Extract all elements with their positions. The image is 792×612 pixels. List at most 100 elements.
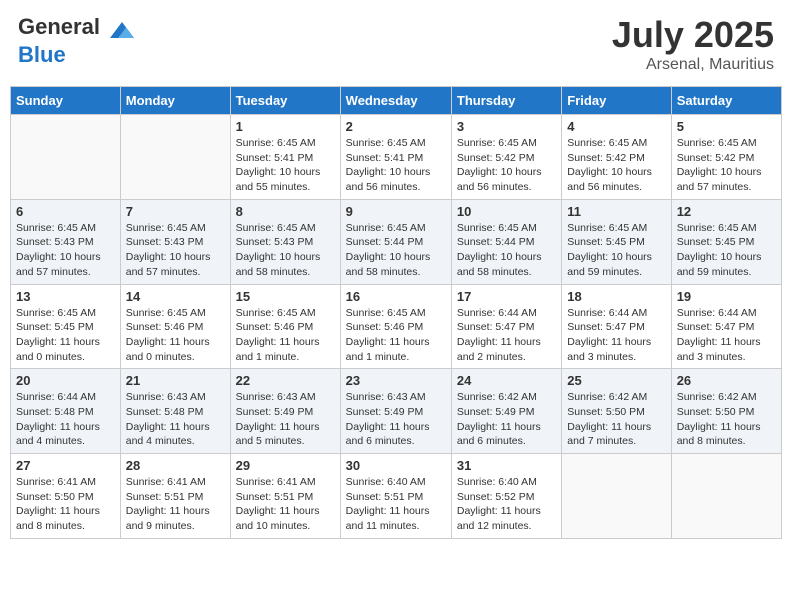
day-info: Sunrise: 6:45 AM Sunset: 5:45 PM Dayligh…: [567, 221, 665, 280]
table-row: 5 Sunrise: 6:45 AM Sunset: 5:42 PM Daylig…: [671, 115, 781, 200]
day-number: 8: [236, 204, 335, 219]
table-row: 2 Sunrise: 6:45 AM Sunset: 5:41 PM Daylig…: [340, 115, 451, 200]
table-row: 26 Sunrise: 6:42 AM Sunset: 5:50 PM Dayli…: [671, 369, 781, 454]
day-number: 31: [457, 458, 556, 473]
table-row: 30 Sunrise: 6:40 AM Sunset: 5:51 PM Dayli…: [340, 454, 451, 539]
day-number: 26: [677, 373, 776, 388]
day-info: Sunrise: 6:40 AM Sunset: 5:52 PM Dayligh…: [457, 475, 556, 534]
calendar-week-row: 27Sunrise: 6:41 AM Sunset: 5:50 PM Dayli…: [11, 454, 782, 539]
table-row: 3Sunrise: 6:45 AM Sunset: 5:42 PM Daylig…: [451, 115, 561, 200]
day-number: 29: [236, 458, 335, 473]
calendar-week-row: 1 Sunrise: 6:45 AM Sunset: 5:41 PM Daylig…: [11, 115, 782, 200]
day-number: 17: [457, 289, 556, 304]
table-row: 24 Sunrise: 6:42 AM Sunset: 5:49 PM Dayli…: [451, 369, 561, 454]
day-info: Sunrise: 6:45 AM Sunset: 5:41 PM Dayligh…: [346, 136, 446, 195]
day-number: 30: [346, 458, 446, 473]
day-number: 18: [567, 289, 665, 304]
day-info: Sunrise: 6:43 AM Sunset: 5:49 PM Dayligh…: [236, 390, 335, 449]
day-number: 2: [346, 119, 446, 134]
table-row: 21 Sunrise: 6:43 AM Sunset: 5:48 PM Dayli…: [120, 369, 230, 454]
day-number: 15: [236, 289, 335, 304]
day-number: 4: [567, 119, 665, 134]
page-header: General Blue July 2025 Arsenal, Mauritiu…: [10, 10, 782, 78]
table-row: 18 Sunrise: 6:44 AM Sunset: 5:47 PM Dayli…: [562, 284, 671, 369]
day-info: Sunrise: 6:41 AM Sunset: 5:50 PM Dayligh…: [16, 475, 115, 534]
day-number: 21: [126, 373, 225, 388]
day-info: Sunrise: 6:45 AM Sunset: 5:42 PM Dayligh…: [677, 136, 776, 195]
day-info: Sunrise: 6:42 AM Sunset: 5:50 PM Dayligh…: [567, 390, 665, 449]
day-info: Sunrise: 6:44 AM Sunset: 5:48 PM Dayligh…: [16, 390, 115, 449]
day-info: Sunrise: 6:45 AM Sunset: 5:46 PM Dayligh…: [126, 306, 225, 365]
day-number: 1: [236, 119, 335, 134]
col-monday: Monday: [120, 87, 230, 115]
day-number: 20: [16, 373, 115, 388]
day-number: 24: [457, 373, 556, 388]
day-number: 5: [677, 119, 776, 134]
day-info: Sunrise: 6:45 AM Sunset: 5:42 PM Dayligh…: [567, 136, 665, 195]
table-row: 17 Sunrise: 6:44 AM Sunset: 5:47 PM Dayli…: [451, 284, 561, 369]
table-row: 12 Sunrise: 6:45 AM Sunset: 5:45 PM Dayli…: [671, 199, 781, 284]
table-row: 8Sunrise: 6:45 AM Sunset: 5:43 PM Daylig…: [230, 199, 340, 284]
day-info: Sunrise: 6:45 AM Sunset: 5:46 PM Dayligh…: [346, 306, 446, 365]
table-row: 23Sunrise: 6:43 AM Sunset: 5:49 PM Dayli…: [340, 369, 451, 454]
table-row: 13 Sunrise: 6:45 AM Sunset: 5:45 PM Dayli…: [11, 284, 121, 369]
day-number: 14: [126, 289, 225, 304]
table-row: 4 Sunrise: 6:45 AM Sunset: 5:42 PM Daylig…: [562, 115, 671, 200]
col-sunday: Sunday: [11, 87, 121, 115]
day-number: 7: [126, 204, 225, 219]
table-row: 1 Sunrise: 6:45 AM Sunset: 5:41 PM Daylig…: [230, 115, 340, 200]
col-tuesday: Tuesday: [230, 87, 340, 115]
day-info: Sunrise: 6:44 AM Sunset: 5:47 PM Dayligh…: [677, 306, 776, 365]
calendar-week-row: 13 Sunrise: 6:45 AM Sunset: 5:45 PM Dayli…: [11, 284, 782, 369]
table-row: 20 Sunrise: 6:44 AM Sunset: 5:48 PM Dayli…: [11, 369, 121, 454]
day-info: Sunrise: 6:40 AM Sunset: 5:51 PM Dayligh…: [346, 475, 446, 534]
day-info: Sunrise: 6:42 AM Sunset: 5:49 PM Dayligh…: [457, 390, 556, 449]
day-number: 12: [677, 204, 776, 219]
table-row: 15 Sunrise: 6:45 AM Sunset: 5:46 PM Dayli…: [230, 284, 340, 369]
day-info: Sunrise: 6:45 AM Sunset: 5:45 PM Dayligh…: [677, 221, 776, 280]
col-wednesday: Wednesday: [340, 87, 451, 115]
day-info: Sunrise: 6:41 AM Sunset: 5:51 PM Dayligh…: [236, 475, 335, 534]
table-row: 14 Sunrise: 6:45 AM Sunset: 5:46 PM Dayli…: [120, 284, 230, 369]
day-number: 13: [16, 289, 115, 304]
table-row: 10Sunrise: 6:45 AM Sunset: 5:44 PM Dayli…: [451, 199, 561, 284]
col-saturday: Saturday: [671, 87, 781, 115]
table-row: 19 Sunrise: 6:44 AM Sunset: 5:47 PM Dayli…: [671, 284, 781, 369]
title-block: July 2025 Arsenal, Mauritius: [612, 14, 774, 74]
col-thursday: Thursday: [451, 87, 561, 115]
day-info: Sunrise: 6:45 AM Sunset: 5:43 PM Dayligh…: [126, 221, 225, 280]
calendar-table: Sunday Monday Tuesday Wednesday Thursday…: [10, 86, 782, 539]
table-row: [671, 454, 781, 539]
logo: General Blue: [18, 14, 138, 68]
day-number: 28: [126, 458, 225, 473]
logo-icon: [106, 14, 138, 46]
calendar-week-row: 6 Sunrise: 6:45 AM Sunset: 5:43 PM Daylig…: [11, 199, 782, 284]
table-row: 27Sunrise: 6:41 AM Sunset: 5:50 PM Dayli…: [11, 454, 121, 539]
day-info: Sunrise: 6:42 AM Sunset: 5:50 PM Dayligh…: [677, 390, 776, 449]
table-row: 29 Sunrise: 6:41 AM Sunset: 5:51 PM Dayli…: [230, 454, 340, 539]
day-info: Sunrise: 6:45 AM Sunset: 5:44 PM Dayligh…: [346, 221, 446, 280]
day-info: Sunrise: 6:44 AM Sunset: 5:47 PM Dayligh…: [567, 306, 665, 365]
table-row: [120, 115, 230, 200]
col-friday: Friday: [562, 87, 671, 115]
day-info: Sunrise: 6:45 AM Sunset: 5:45 PM Dayligh…: [16, 306, 115, 365]
table-row: 9Sunrise: 6:45 AM Sunset: 5:44 PM Daylig…: [340, 199, 451, 284]
table-row: [562, 454, 671, 539]
day-info: Sunrise: 6:41 AM Sunset: 5:51 PM Dayligh…: [126, 475, 225, 534]
table-row: 31 Sunrise: 6:40 AM Sunset: 5:52 PM Dayli…: [451, 454, 561, 539]
table-row: 6Sunrise: 6:45 AM Sunset: 5:43 PM Daylig…: [11, 199, 121, 284]
day-info: Sunrise: 6:45 AM Sunset: 5:41 PM Dayligh…: [236, 136, 335, 195]
day-number: 19: [677, 289, 776, 304]
table-row: 11Sunrise: 6:45 AM Sunset: 5:45 PM Dayli…: [562, 199, 671, 284]
day-info: Sunrise: 6:44 AM Sunset: 5:47 PM Dayligh…: [457, 306, 556, 365]
day-number: 16: [346, 289, 446, 304]
day-number: 25: [567, 373, 665, 388]
day-number: 3: [457, 119, 556, 134]
day-info: Sunrise: 6:43 AM Sunset: 5:48 PM Dayligh…: [126, 390, 225, 449]
day-info: Sunrise: 6:45 AM Sunset: 5:46 PM Dayligh…: [236, 306, 335, 365]
calendar-header-row: Sunday Monday Tuesday Wednesday Thursday…: [11, 87, 782, 115]
day-number: 6: [16, 204, 115, 219]
table-row: [11, 115, 121, 200]
day-number: 10: [457, 204, 556, 219]
day-number: 23: [346, 373, 446, 388]
